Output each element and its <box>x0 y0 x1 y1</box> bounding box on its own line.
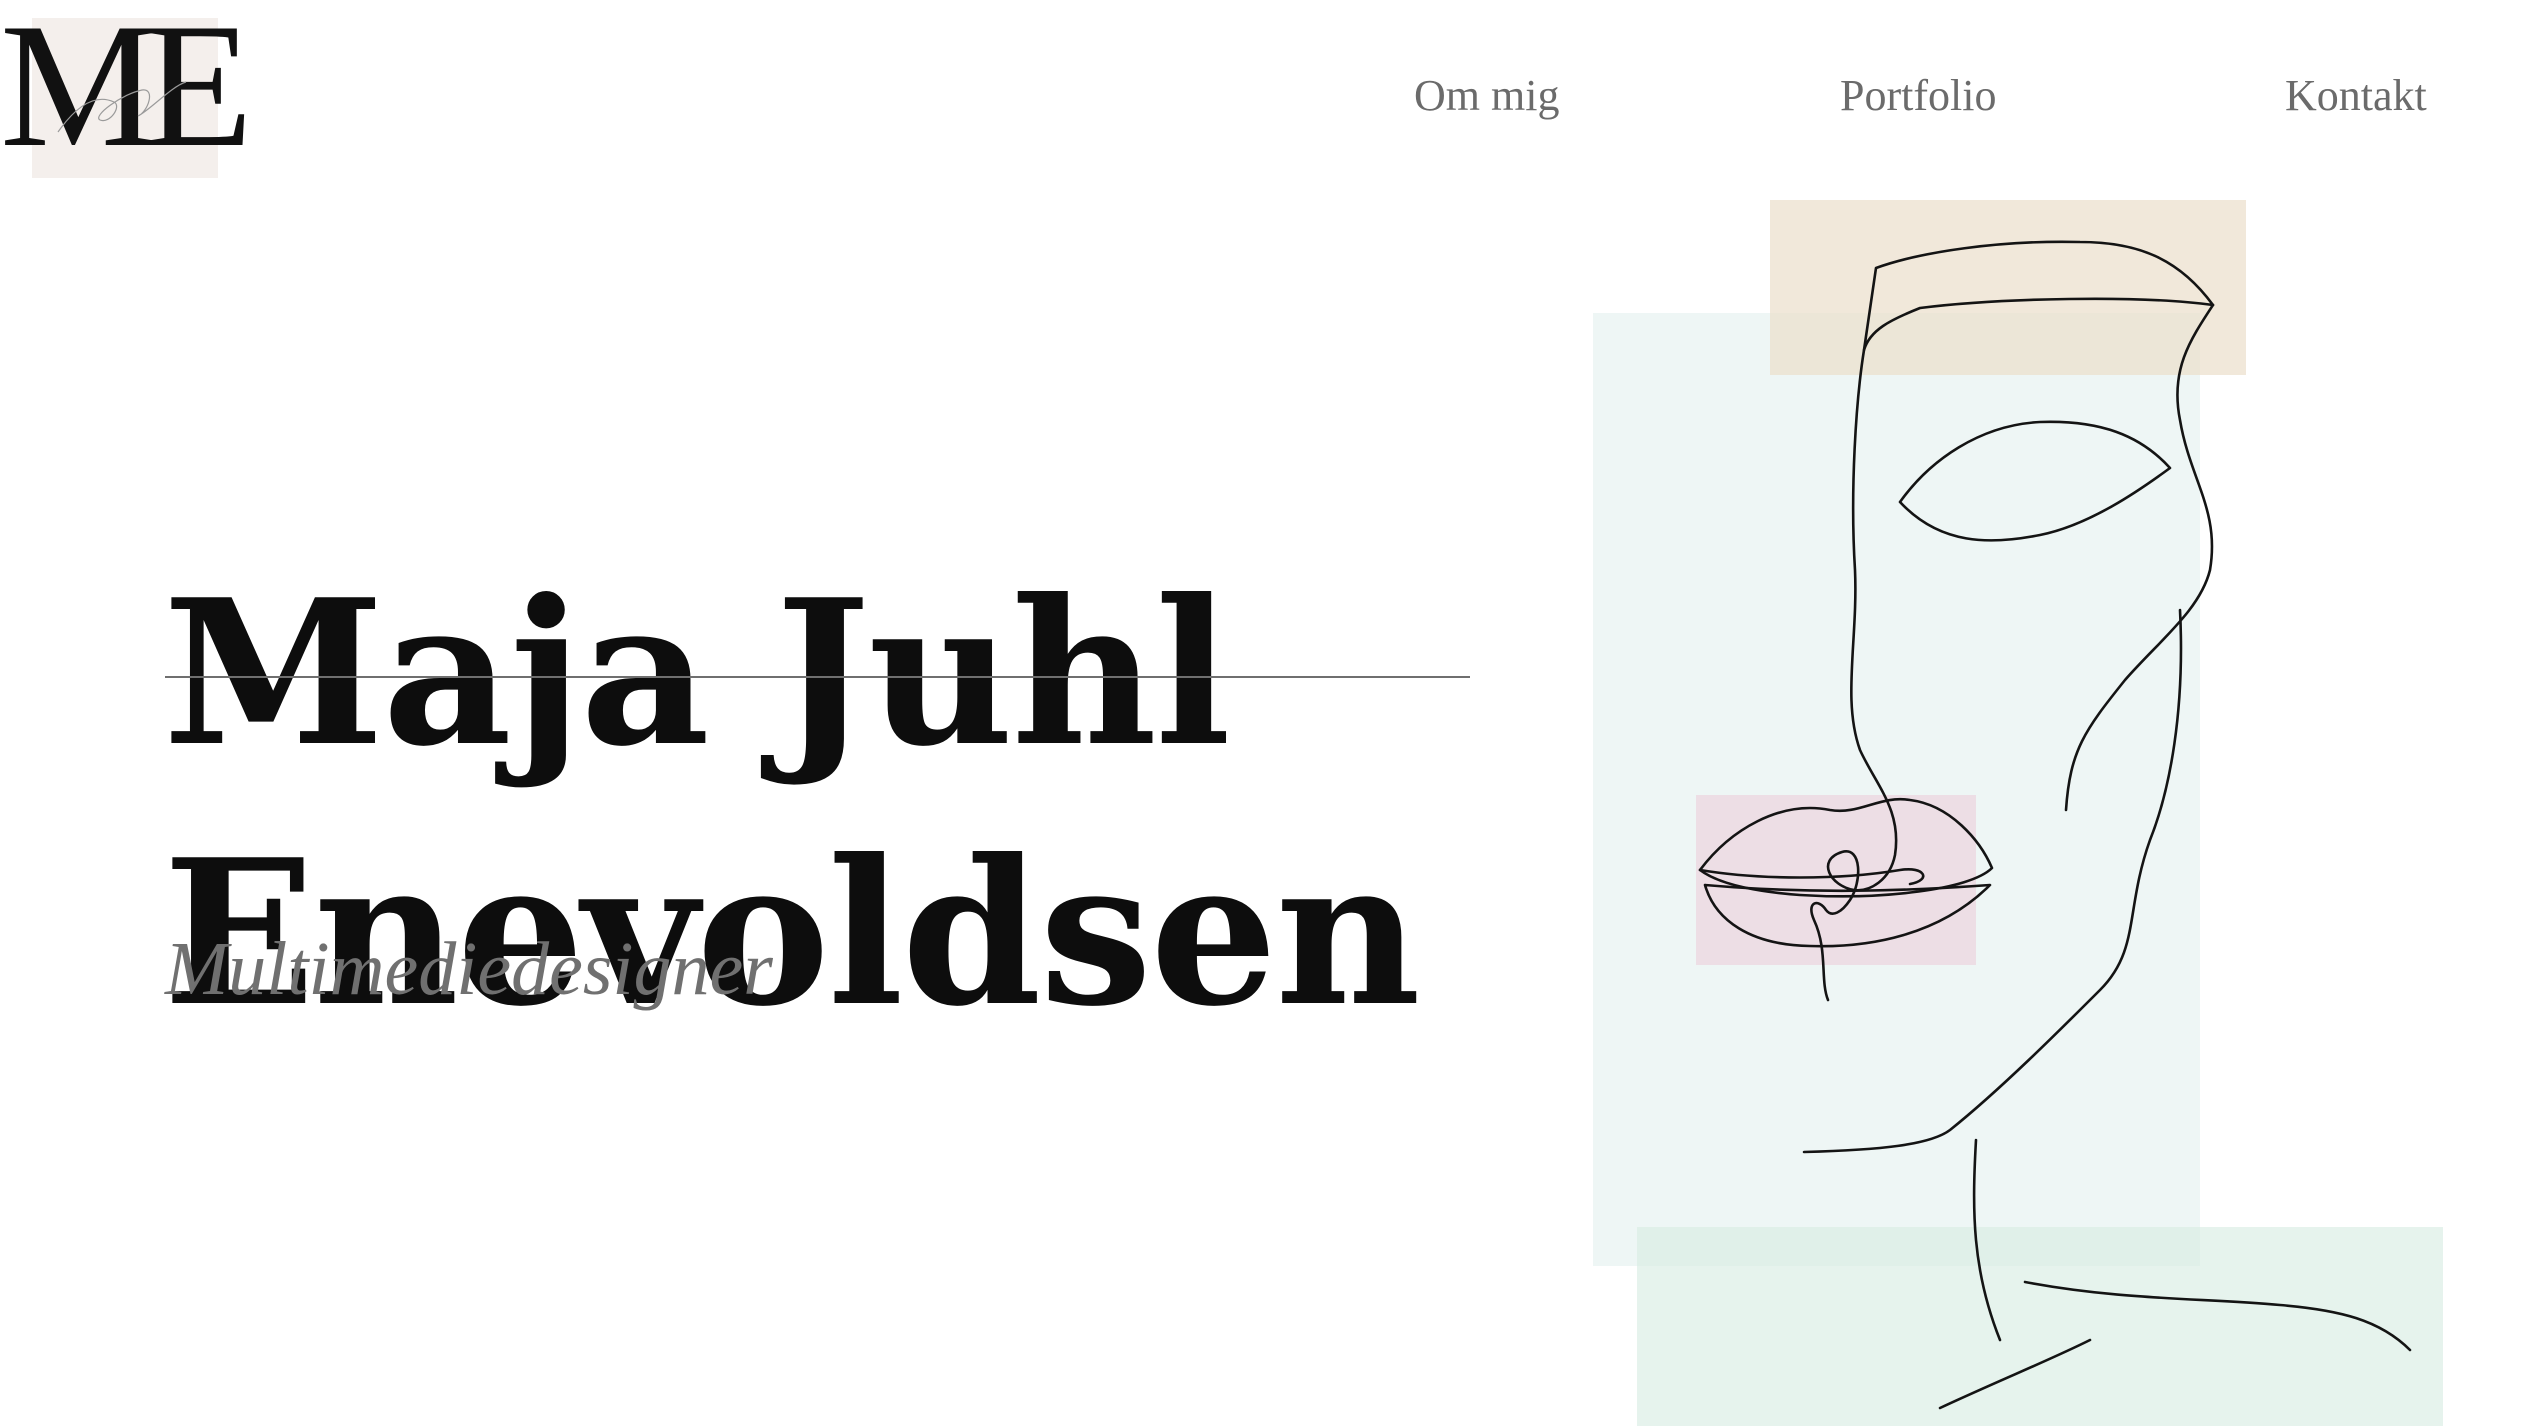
hero-role: Multimediedesigner <box>165 927 773 1011</box>
hero-illustration <box>1580 190 2480 1426</box>
main-navigation: Om mig Portfolio Kontakt <box>0 0 2524 185</box>
nav-link-portfolio[interactable]: Portfolio <box>1840 70 1996 121</box>
hero-divider <box>165 676 1470 678</box>
nav-link-about[interactable]: Om mig <box>1414 70 1559 121</box>
hero-first-name: Maja Juhl <box>163 556 1231 791</box>
nav-link-contact[interactable]: Kontakt <box>2285 70 2427 121</box>
line-art-face-icon <box>1698 240 2412 1410</box>
